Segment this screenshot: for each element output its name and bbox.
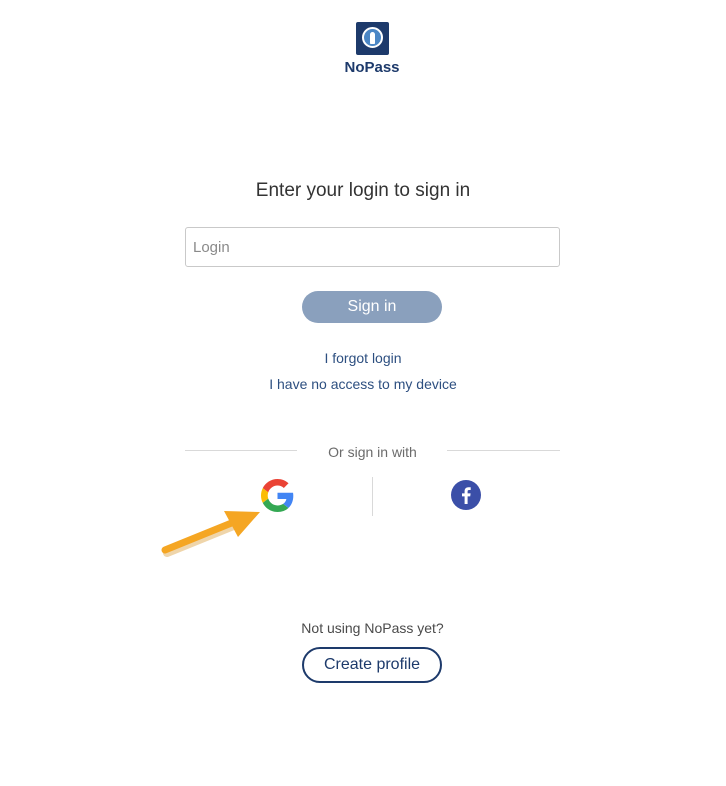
keyhole-icon <box>355 22 389 55</box>
google-sign-in-button[interactable] <box>261 479 294 512</box>
divider-right <box>447 450 560 451</box>
create-profile-button[interactable]: Create profile <box>302 647 442 683</box>
social-divider-text: Or sign in with <box>328 444 417 460</box>
facebook-icon <box>451 480 481 510</box>
arrow-icon <box>161 511 260 557</box>
social-separator <box>372 477 373 516</box>
google-icon <box>261 479 294 512</box>
login-input[interactable] <box>185 227 560 267</box>
facebook-sign-in-button[interactable] <box>451 480 481 510</box>
page-title: Enter your login to sign in <box>255 180 471 201</box>
nopass-logo: NoPass <box>340 22 404 76</box>
no-access-link[interactable]: I have no access to my device <box>0 376 726 392</box>
sign-in-button[interactable]: Sign in <box>302 291 442 323</box>
forgot-login-link[interactable]: I forgot login <box>0 350 726 366</box>
brand-name: NoPass <box>344 59 400 76</box>
signup-prompt: Not using NoPass yet? <box>301 620 444 636</box>
